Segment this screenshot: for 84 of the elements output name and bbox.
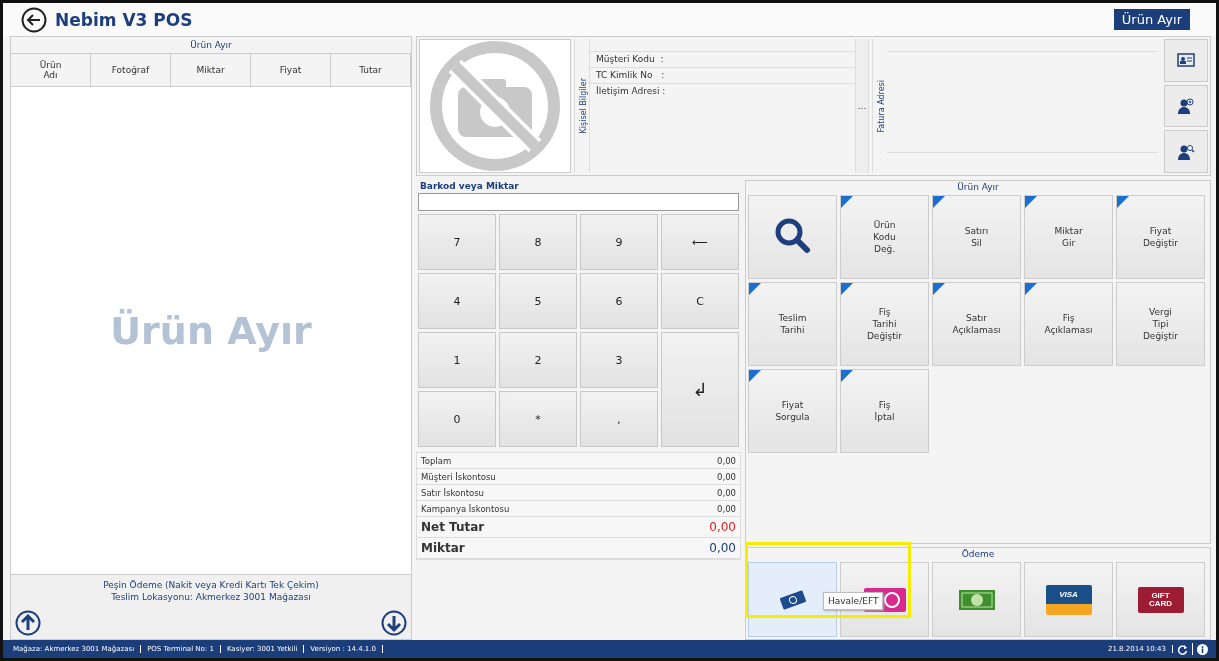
corner-flag-icon [841, 370, 853, 382]
function-button[interactable]: Satır Açıklaması [932, 282, 1021, 366]
field-label: Müşteri Kodu : [590, 51, 855, 67]
corner-flag-icon [933, 283, 945, 295]
function-button[interactable]: Fiş İptal [840, 369, 929, 453]
info-text: Peşin Ödeme (Nakit veya Kredi Kartı Tek Çekim) [103, 579, 319, 590]
info-icon[interactable] [1197, 643, 1208, 655]
scroll-up-icon[interactable] [15, 609, 41, 636]
function-button[interactable]: Vergi Tipi Değiştir [1116, 282, 1205, 366]
tooltip: Havale/EFT [823, 592, 884, 610]
corner-flag-icon [749, 283, 761, 295]
total-value: 0,00 [709, 541, 736, 555]
keypad-key[interactable]: ⟵ [661, 214, 739, 270]
total-value: 0,00 [717, 471, 736, 482]
keypad-key[interactable]: 3 [580, 332, 658, 388]
total-value: 0,00 [717, 487, 736, 498]
function-button[interactable]: Teslim Tarihi [748, 282, 837, 366]
corner-flag-icon [749, 370, 761, 382]
function-button[interactable]: Fiş Tarihi Değiştir [840, 282, 929, 366]
total-label: Toplam [421, 455, 452, 466]
corner-flag-icon [1025, 196, 1037, 208]
function-button[interactable]: Satırı Sil [932, 195, 1021, 279]
corner-flag-icon [933, 196, 945, 208]
keypad-key[interactable]: 5 [499, 273, 577, 329]
action-button[interactable]: Ürün Ayır [1113, 9, 1190, 30]
keypad-key[interactable]: C [661, 273, 739, 329]
panel-title: Ürün Ayır [956, 181, 1000, 193]
barcode-field[interactable] [418, 193, 739, 211]
field-label: TC Kimlik No : [590, 67, 855, 83]
column-header[interactable]: Fotoğraf [91, 54, 171, 86]
payment-button[interactable]: GIFT CARD [1116, 562, 1205, 637]
field-label: İletişim Adresi : [590, 83, 855, 99]
section-label: Fatura Adresi [877, 79, 886, 133]
total-label: Net Tutar [421, 520, 485, 534]
keypad-key[interactable]: , [580, 391, 658, 447]
keypad-key[interactable]: 6 [580, 273, 658, 329]
person-add-icon [1176, 96, 1196, 116]
total-value: 0,00 [709, 520, 736, 534]
person-search-button[interactable] [1164, 130, 1208, 173]
field-label: Barkod veya Miktar [419, 180, 520, 193]
keypad-key[interactable]: 9 [580, 214, 658, 270]
function-button[interactable]: Fiyat Değiştir [1116, 195, 1205, 279]
id-card-button[interactable] [1164, 39, 1208, 82]
keypad-key[interactable]: 4 [418, 273, 496, 329]
enter-key[interactable]: ↲ [661, 332, 739, 447]
corner-flag-icon [1025, 283, 1037, 295]
keypad-key[interactable]: 7 [418, 214, 496, 270]
payment-button[interactable] [932, 562, 1021, 637]
card-logo: VISA [1045, 584, 1092, 615]
search-button[interactable] [748, 195, 837, 279]
function-button[interactable]: Fiş Açıklaması [1024, 282, 1113, 366]
corner-flag-icon [841, 283, 853, 295]
total-label: Satır İskontosu [421, 487, 484, 498]
total-label: Miktar [421, 541, 465, 555]
total-label: Kampanya İskontosu [421, 503, 510, 514]
column-header[interactable]: Ürün Adı [11, 54, 91, 86]
function-button[interactable]: Miktar Gir [1024, 195, 1113, 279]
window-title: Nebim V3 POS [55, 9, 193, 30]
column-header[interactable]: Tutar [331, 54, 411, 86]
total-value: 0,00 [717, 503, 736, 514]
splitter-handle[interactable]: ... [855, 39, 869, 173]
corner-flag-icon [841, 196, 853, 208]
refresh-icon[interactable] [1177, 643, 1188, 655]
total-label: Müşteri İskontosu [421, 471, 496, 482]
payment-button[interactable]: VISA [1024, 562, 1113, 637]
card-logo: GIFT CARD [1137, 586, 1184, 613]
keypad-key[interactable]: 2 [499, 332, 577, 388]
panel-title: Ürün Ayır [11, 37, 411, 54]
column-header[interactable]: Miktar [171, 54, 251, 86]
person-add-button[interactable] [1164, 84, 1208, 128]
keypad-key[interactable]: * [499, 391, 577, 447]
section-label: Kişisel Bilgiler [579, 78, 588, 134]
column-header[interactable]: Fiyat [251, 54, 331, 86]
keypad-key[interactable]: 8 [499, 214, 577, 270]
panel-title: Ödeme [960, 548, 996, 560]
scroll-down-icon[interactable] [381, 609, 407, 636]
keypad-key[interactable]: 1 [418, 332, 496, 388]
function-button[interactable]: Ürün Kodu Değ. [840, 195, 929, 279]
total-value: 0,00 [717, 455, 736, 466]
empty-list-text: Ürün Ayır [110, 308, 312, 353]
info-text: Teslim Lokasyonu: Akmerkez 3001 Mağazası [111, 591, 311, 602]
keypad-key[interactable]: 0 [418, 391, 496, 447]
function-button[interactable]: Fiyat Sorgula [748, 369, 837, 453]
corner-flag-icon [1117, 196, 1129, 208]
